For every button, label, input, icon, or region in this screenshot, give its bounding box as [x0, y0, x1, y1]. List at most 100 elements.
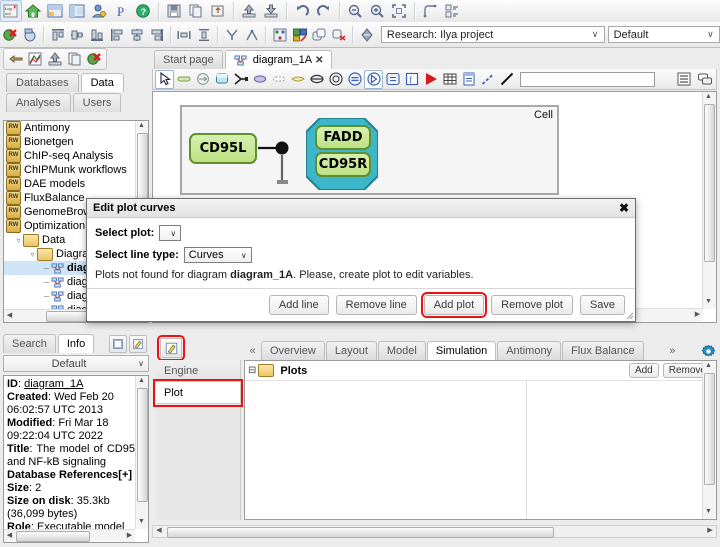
scroll-up-icon[interactable]: ▲ [704, 362, 713, 372]
protein-tool-icon[interactable] [345, 70, 364, 89]
scroll-thumb[interactable] [46, 311, 90, 322]
zoom-fit-icon[interactable] [388, 0, 410, 22]
dashed-tool-icon[interactable] [269, 70, 288, 89]
scroll-thumb[interactable] [704, 104, 715, 262]
canvas-vertical-scrollbar[interactable]: ▲ ▼ [702, 92, 716, 309]
import-icon[interactable] [207, 0, 229, 22]
edit-icon[interactable] [129, 334, 147, 353]
expander-icon[interactable]: ▿ [28, 250, 37, 259]
species-node-cd95r[interactable]: CD95R [315, 152, 371, 177]
resize-grip[interactable] [625, 311, 634, 320]
auto-layout-icon[interactable] [270, 24, 290, 46]
clone-icon[interactable] [309, 24, 329, 46]
dashed-edge-icon[interactable] [478, 70, 497, 89]
scroll-up-icon[interactable]: ▲ [137, 122, 146, 132]
scroll-right-icon[interactable]: ▶ [705, 526, 715, 537]
zoom-in-icon[interactable] [366, 0, 388, 22]
select-line-type-dropdown[interactable]: Curves ∨ [183, 247, 252, 263]
tabs-scroll-right-icon[interactable]: » [664, 345, 681, 360]
project-select[interactable]: Research: Ilya project ∨ [380, 26, 605, 43]
group-icon[interactable] [290, 24, 310, 46]
dialog-titlebar[interactable]: Edit plot curves ✖ [87, 199, 635, 218]
user-icon[interactable] [88, 0, 110, 22]
delete-icon[interactable] [84, 48, 104, 70]
tab-start-page[interactable]: Start page [154, 50, 223, 69]
side-button-plot[interactable]: Plot [153, 379, 243, 407]
scroll-thumb[interactable] [704, 373, 715, 485]
tree-item[interactable]: RW DAE models [4, 177, 135, 191]
scroll-up-icon[interactable]: ▲ [704, 93, 713, 103]
tree-item[interactable]: RW Antimony [4, 121, 135, 135]
info-horizontal-scrollbar[interactable]: ◀ ▶ [4, 529, 135, 542]
tab-info[interactable]: Info [57, 334, 95, 353]
tab-simulation[interactable]: Simulation [426, 341, 497, 360]
upload-icon[interactable] [45, 48, 65, 70]
save-icon[interactable] [163, 0, 185, 22]
info-details[interactable]: ID: diagram_1A Created: Wed Feb 20 06:02… [3, 375, 149, 543]
tab-flux-balance[interactable]: Flux Balance [562, 341, 644, 360]
copy-icon[interactable] [185, 0, 207, 22]
tabs-scroll-left-icon[interactable]: « [244, 345, 261, 360]
tab-data[interactable]: Data [80, 73, 124, 92]
tab-model[interactable]: Model [377, 341, 426, 360]
ellipse-tool-icon[interactable] [250, 70, 269, 89]
network-icon[interactable] [357, 24, 377, 46]
scroll-down-icon[interactable]: ▼ [137, 518, 146, 528]
save-button[interactable]: Save [579, 295, 625, 315]
comments-icon[interactable] [695, 70, 714, 89]
tree-item[interactable]: RW ChIP-seq Analysis [4, 149, 135, 163]
tab-layout[interactable]: Layout [325, 341, 377, 360]
perspective-select[interactable]: Default ∨ [607, 26, 720, 43]
align-right-icon[interactable] [147, 24, 167, 46]
upload-icon[interactable] [238, 0, 260, 22]
delete-icon[interactable] [0, 24, 20, 46]
close-icon[interactable]: ✖ [619, 201, 629, 215]
add-plot-button[interactable]: Add plot [420, 292, 488, 318]
align-center-icon[interactable] [127, 24, 147, 46]
p-icon[interactable]: P [110, 0, 132, 22]
tab-search[interactable]: Search [3, 334, 56, 353]
scroll-right-icon[interactable]: ▶ [693, 310, 702, 320]
scroll-thumb[interactable] [16, 531, 90, 542]
reaction-tool-icon[interactable] [193, 70, 212, 89]
tab-antimony[interactable]: Antimony [497, 341, 562, 360]
back-icon[interactable] [6, 48, 26, 70]
layout-vertical-icon[interactable] [66, 0, 88, 22]
remove-line-button[interactable]: Remove line [335, 295, 417, 315]
properties-icon[interactable] [441, 0, 463, 22]
tab-diagram-1a[interactable]: diagram_1A ✕ [224, 50, 333, 69]
tree-item[interactable]: RW ChIPMunk workflows [4, 163, 135, 177]
expander-icon[interactable]: ▿ [14, 236, 23, 245]
scroll-right-icon[interactable]: ▶ [125, 531, 134, 540]
scroll-thumb[interactable] [137, 388, 148, 502]
scroll-left-icon[interactable]: ◀ [5, 531, 14, 540]
distribute-vertical-icon[interactable] [194, 24, 214, 46]
edge-route-icon[interactable] [419, 0, 441, 22]
add-plot-row-button[interactable]: Add [628, 363, 659, 378]
home-icon[interactable] [22, 0, 44, 22]
refresh-icon[interactable] [20, 24, 40, 46]
edit-plot-curves-dialog[interactable]: Edit plot curves ✖ Select plot: ∨ Select… [86, 198, 636, 322]
run-simulation-icon[interactable] [421, 70, 440, 89]
plots-root-row[interactable]: ⊟ Plots Add Remove [245, 361, 716, 381]
info-field-value[interactable]: diagram_1A [24, 378, 83, 390]
scroll-down-icon[interactable]: ▼ [704, 508, 713, 518]
tab-databases[interactable]: Databases [6, 73, 79, 92]
scroll-left-icon[interactable]: ◀ [5, 311, 14, 320]
zoom-out-icon[interactable] [344, 0, 366, 22]
bottom-horizontal-scrollbar[interactable]: ◀ ▶ [152, 525, 717, 538]
align-left-icon[interactable] [107, 24, 127, 46]
align-bottom-icon[interactable] [87, 24, 107, 46]
dna-tool-icon[interactable] [307, 70, 326, 89]
document-icon[interactable] [109, 334, 127, 353]
pointer-tool-icon[interactable] [155, 69, 174, 89]
remove-plot-button[interactable]: Remove plot [491, 295, 573, 315]
layout-mirror-icon[interactable] [242, 24, 262, 46]
species-node-cd95l[interactable]: CD95L [189, 133, 257, 164]
expander-icon[interactable]: ⊟ [248, 365, 256, 376]
align-middle-icon[interactable] [67, 24, 87, 46]
info-field-dbrefs[interactable]: Database References[+] [7, 469, 135, 482]
gear-icon[interactable] [700, 343, 717, 360]
redo-icon[interactable] [313, 0, 335, 22]
tab-overview[interactable]: Overview [261, 341, 325, 360]
